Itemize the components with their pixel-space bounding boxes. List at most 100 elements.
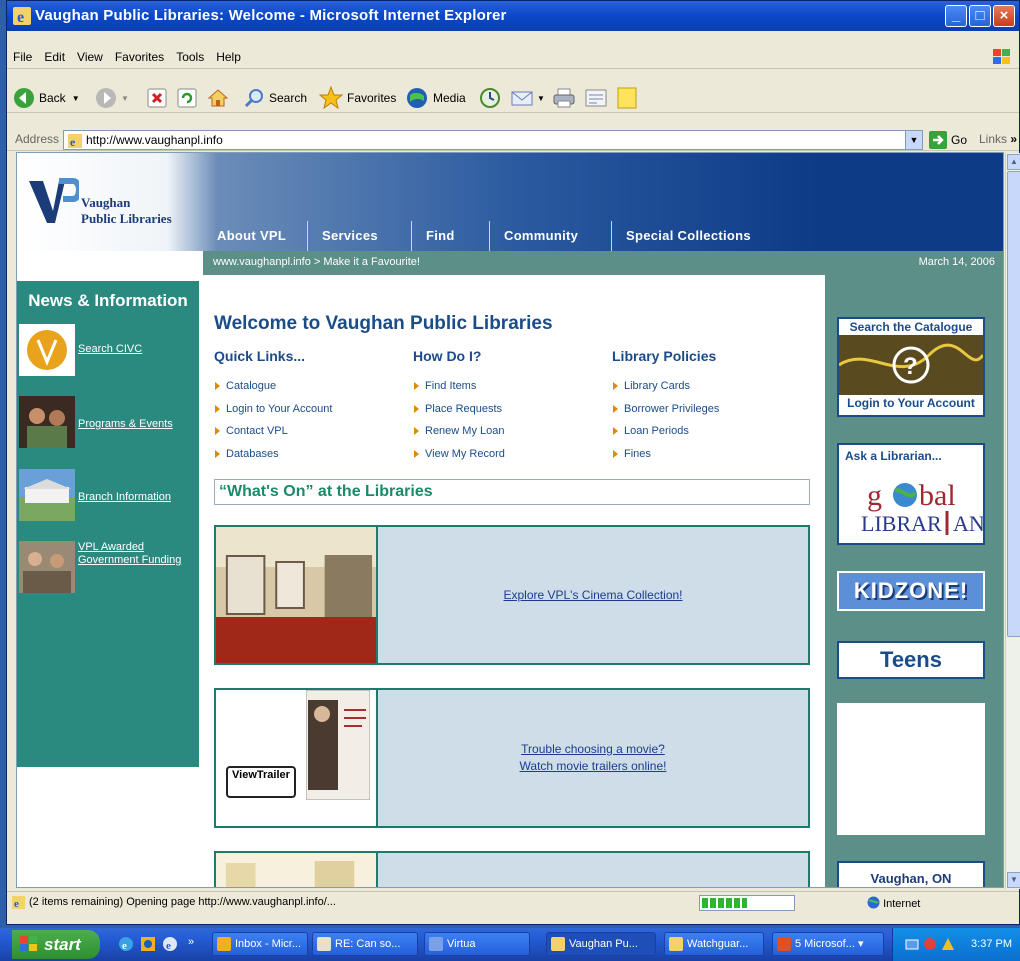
- maximize-button[interactable]: □: [969, 5, 991, 27]
- promo-trailers-text[interactable]: Trouble choosing a movie? Watch movie tr…: [378, 690, 808, 826]
- task-microsoft-group[interactable]: 5 Microsof... ▾: [772, 932, 884, 956]
- mail-button[interactable]: ▼: [511, 85, 545, 111]
- network-tray-icon[interactable]: [905, 937, 919, 951]
- nav-about-vpl[interactable]: About VPL: [203, 221, 307, 251]
- task-re-can-so[interactable]: RE: Can so...: [312, 932, 418, 956]
- search-catalogue-box[interactable]: Search the Catalogue ? Login to Your Acc…: [837, 317, 985, 417]
- promo-cinema-link[interactable]: Explore VPL's Cinema Collection!: [503, 587, 682, 604]
- svg-text:LIBRAR: LIBRAR: [861, 511, 942, 536]
- news-item[interactable]: Programs & Events: [17, 396, 199, 448]
- edit-button[interactable]: [585, 85, 611, 111]
- link-renew[interactable]: Renew My Loan: [413, 420, 505, 443]
- nav-services[interactable]: Services: [307, 221, 411, 251]
- media-button[interactable]: Media: [405, 85, 466, 111]
- nav-community[interactable]: Community: [489, 221, 611, 251]
- promo-trailers-link-line2[interactable]: Watch movie trailers online!: [520, 758, 667, 775]
- promo-trailers[interactable]: ViewTrailer Trouble choosing a movie? Wa…: [214, 688, 810, 828]
- task-vaughan[interactable]: Vaughan Pu...: [546, 932, 656, 956]
- kidzone-button[interactable]: KIDZONE!: [837, 571, 985, 611]
- news-link-branch[interactable]: Branch Information: [78, 491, 171, 504]
- windows-logo-icon: [20, 936, 37, 951]
- favorites-button[interactable]: Favorites: [319, 85, 396, 111]
- promo-cinema[interactable]: Explore VPL's Cinema Collection!: [214, 525, 810, 665]
- print-button[interactable]: [553, 85, 579, 111]
- promo-third[interactable]: [214, 851, 810, 887]
- site-logo[interactable]: Vaughan Public Libraries: [17, 153, 203, 251]
- stop-button[interactable]: [147, 85, 171, 111]
- outlook-quicklaunch-icon[interactable]: [140, 936, 156, 952]
- scroll-up-arrow[interactable]: ▲: [1007, 154, 1020, 170]
- search-button[interactable]: Search: [243, 85, 307, 111]
- news-item[interactable]: VPL Awarded Government Funding: [17, 541, 199, 593]
- news-link-search-civc[interactable]: Search CIVC: [78, 343, 142, 356]
- link-login[interactable]: Login to Your Account: [214, 398, 332, 421]
- scroll-down-arrow[interactable]: ▼: [1007, 872, 1020, 888]
- minimize-button[interactable]: _: [945, 5, 967, 27]
- title-bar[interactable]: e Vaughan Public Libraries: Welcome - Mi…: [7, 1, 1019, 31]
- messenger-tray-icon[interactable]: [941, 937, 955, 951]
- link-place-requests[interactable]: Place Requests: [413, 398, 505, 421]
- address-dropdown[interactable]: ▼: [905, 131, 922, 149]
- link-view-record[interactable]: View My Record: [413, 443, 505, 466]
- clock: 3:37 PM: [971, 938, 1012, 950]
- news-item[interactable]: Branch Information: [17, 469, 199, 521]
- svg-text:g: g: [867, 479, 882, 512]
- history-button[interactable]: [479, 85, 505, 111]
- favourite-link[interactable]: www.vaughanpl.info > Make it a Favourite…: [213, 256, 420, 268]
- search-catalogue-label[interactable]: Search the Catalogue: [839, 319, 983, 335]
- menu-file[interactable]: File: [7, 45, 38, 69]
- login-account-label[interactable]: Login to Your Account: [839, 395, 983, 411]
- link-find-items[interactable]: Find Items: [413, 375, 505, 398]
- back-button[interactable]: Back ▼: [13, 85, 80, 111]
- menu-tools[interactable]: Tools: [170, 45, 210, 69]
- menu-favorites[interactable]: Favorites: [109, 45, 170, 69]
- task-watchguard[interactable]: Watchguar...: [664, 932, 764, 956]
- forward-button[interactable]: ▼: [95, 85, 129, 111]
- link-catalogue[interactable]: Catalogue: [214, 375, 332, 398]
- promo-cinema-text[interactable]: Explore VPL's Cinema Collection!: [378, 527, 808, 663]
- task-virtua[interactable]: Virtua: [424, 932, 530, 956]
- menu-view[interactable]: View: [71, 45, 109, 69]
- logo-line2: Public Libraries: [81, 211, 172, 226]
- dvd-cover-image: [306, 690, 370, 800]
- civc-logo-icon: [19, 324, 75, 376]
- links-toolbar[interactable]: Links »: [979, 132, 1017, 146]
- messenger-button[interactable]: [617, 85, 641, 111]
- link-databases[interactable]: Databases: [214, 443, 332, 466]
- scroll-thumb[interactable]: [1007, 171, 1020, 637]
- home-button[interactable]: [207, 85, 233, 111]
- nav-find[interactable]: Find: [411, 221, 489, 251]
- ask-librarian-box[interactable]: Ask a Librarian... g bal LIBRAR AN: [837, 443, 985, 545]
- blank-panel: [837, 703, 985, 835]
- menu-edit[interactable]: Edit: [38, 45, 71, 69]
- go-button[interactable]: Go: [929, 131, 967, 149]
- refresh-button[interactable]: [177, 85, 201, 111]
- quick-links-heading: Quick Links...: [214, 348, 306, 364]
- vertical-scrollbar[interactable]: ▲ ▼: [1005, 153, 1020, 889]
- link-borrower-privileges[interactable]: Borrower Privileges: [612, 398, 719, 421]
- link-contact[interactable]: Contact VPL: [214, 420, 332, 443]
- news-item[interactable]: Search CIVC: [17, 324, 199, 376]
- news-link-funding[interactable]: VPL Awarded Government Funding: [78, 541, 196, 567]
- printer-icon: [553, 88, 575, 108]
- media-icon: [407, 88, 427, 108]
- news-link-programs[interactable]: Programs & Events: [78, 418, 173, 431]
- ie-quicklaunch-icon[interactable]: e: [118, 936, 134, 952]
- main-content: Welcome to Vaughan Public Libraries Quic…: [203, 275, 825, 887]
- antivirus-tray-icon[interactable]: [923, 937, 937, 951]
- task-inbox[interactable]: Inbox - Micr...: [212, 932, 308, 956]
- teens-button[interactable]: Teens: [837, 641, 985, 679]
- link-loan-periods[interactable]: Loan Periods: [612, 420, 719, 443]
- address-input[interactable]: e http://www.vaughanpl.info ▼: [63, 130, 923, 150]
- nav-special-collections[interactable]: Special Collections: [611, 221, 781, 251]
- link-fines[interactable]: Fines: [612, 443, 719, 466]
- link-library-cards[interactable]: Library Cards: [612, 375, 719, 398]
- close-button[interactable]: ×: [993, 5, 1015, 27]
- task-watchguard-label: Watchguar...: [687, 938, 749, 950]
- star-icon: [319, 86, 343, 110]
- browser-quicklaunch-icon[interactable]: e: [162, 936, 178, 952]
- start-button[interactable]: start: [12, 930, 100, 959]
- menu-help[interactable]: Help: [210, 45, 247, 69]
- history-icon: [480, 88, 500, 108]
- promo-trailers-link-line1[interactable]: Trouble choosing a movie?: [521, 741, 665, 758]
